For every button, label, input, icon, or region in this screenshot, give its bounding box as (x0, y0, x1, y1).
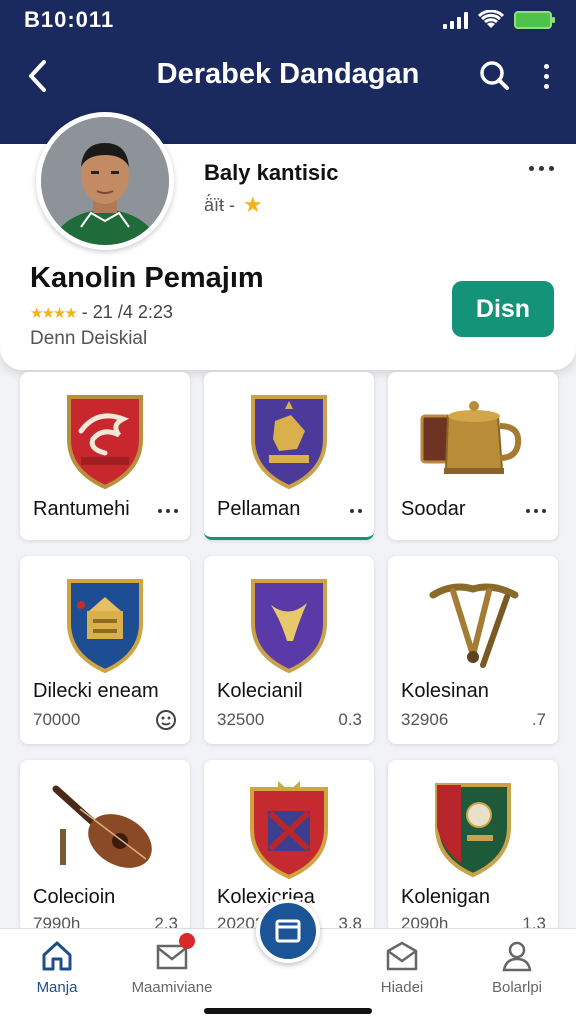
nav-home[interactable]: Manja (2, 939, 112, 996)
item-label: Kolecianil (217, 680, 303, 702)
nav-messages[interactable]: Maamiviane (117, 933, 227, 996)
user-icon (502, 941, 532, 972)
status-bar: B10:011 (0, 0, 576, 40)
team-name: Denn Deiskial (30, 328, 148, 349)
bottom-navigation: Manja Maamiviane Hiadei Bolarlpi (0, 899, 576, 1024)
item-label: Soodar (401, 498, 466, 520)
item-label: Kolenigan (401, 886, 490, 908)
join-button[interactable]: Disn (452, 281, 554, 337)
item-count: 32500 (217, 710, 265, 729)
nav-third-label: Hiadei (380, 979, 424, 996)
collection-item[interactable]: Kolenigan 2090h 1.3 (388, 760, 558, 932)
rating-text: - 21 /4 2:23 (81, 302, 173, 322)
bagpipe-icon (388, 570, 558, 680)
rating-stars-icon: ★★★★ (30, 304, 78, 322)
home-icon (42, 941, 72, 971)
item-count: 32906 (401, 710, 449, 729)
green-shield-icon (388, 774, 558, 884)
blue-crest-icon (20, 570, 190, 680)
profile-card: Baly kantisic ä́ïŧ - ★ Kanolin Pemajım ★… (0, 112, 576, 370)
player-name: Kanolin Pemajım (30, 262, 264, 294)
player-photo (41, 117, 169, 245)
nav-profile-label: Bolarlpi (491, 979, 543, 996)
collection-item[interactable]: Dilecki eneam 70000 (20, 556, 190, 744)
item-extra: .7 (531, 710, 546, 729)
collection-item[interactable]: Rantumehi (20, 372, 190, 540)
more-options-button[interactable] (534, 58, 558, 94)
item-extra: 0.3 (338, 710, 362, 729)
collection-item[interactable]: Pellaman (204, 372, 374, 540)
avatar[interactable] (36, 112, 174, 250)
wifi-icon (478, 10, 504, 28)
search-button[interactable] (476, 58, 512, 94)
violet-shield-icon (204, 570, 374, 680)
collection-grid: Rantumehi Pellaman Soodar Dilecki eneam … (20, 372, 560, 932)
item-label: Colecioin (33, 886, 116, 908)
cross-shield-icon (204, 774, 374, 884)
status-time: B10:011 (24, 7, 115, 32)
search-icon (480, 61, 509, 90)
item-more-button[interactable] (158, 509, 178, 513)
notification-badge (179, 933, 195, 949)
smiley-icon[interactable] (154, 708, 178, 732)
item-more-button[interactable] (350, 509, 362, 513)
item-label: Kolesinan (401, 680, 489, 702)
red-shield-icon (20, 386, 190, 496)
card-more-button[interactable] (529, 166, 554, 171)
battery-icon (514, 11, 555, 29)
brass-jug-icon (388, 386, 558, 496)
profile-sub-text: ä́ïŧ - (204, 194, 236, 215)
collection-item[interactable]: Soodar (388, 372, 558, 540)
rating-row: ★★★★ - 21 /4 2:23 (30, 302, 173, 323)
nav-profile[interactable]: Bolarlpi (462, 939, 572, 996)
card-icon (275, 919, 301, 943)
star-icon: ★ (243, 192, 263, 217)
collection-item[interactable]: Kolecianil 32500 0.3 (204, 556, 374, 744)
nav-messages-label: Maamiviane (131, 979, 213, 996)
collection-item[interactable]: Colecioin 7990h 2.3 (20, 760, 190, 932)
envelope-open-icon (386, 941, 418, 971)
center-action-button[interactable] (256, 899, 320, 963)
home-indicator (204, 1008, 372, 1014)
profile-subtitle: ä́ïŧ - ★ (204, 192, 263, 218)
mail-icon (155, 933, 195, 973)
status-icons (443, 10, 555, 30)
item-more-button[interactable] (526, 509, 546, 513)
lute-icon (20, 774, 190, 884)
purple-crest-icon (204, 386, 374, 496)
profile-username: Baly kantisic (204, 160, 339, 185)
item-label: Pellaman (217, 498, 301, 520)
item-count: 70000 (33, 710, 81, 729)
collection-item[interactable]: Kolesinan 32906 .7 (388, 556, 558, 744)
nav-home-label: Manja (36, 979, 78, 996)
signal-icon (443, 11, 468, 29)
nav-third[interactable]: Hiadei (347, 939, 457, 996)
item-label: Rantumehi (33, 498, 130, 520)
item-label: Dilecki eneam (33, 680, 159, 702)
